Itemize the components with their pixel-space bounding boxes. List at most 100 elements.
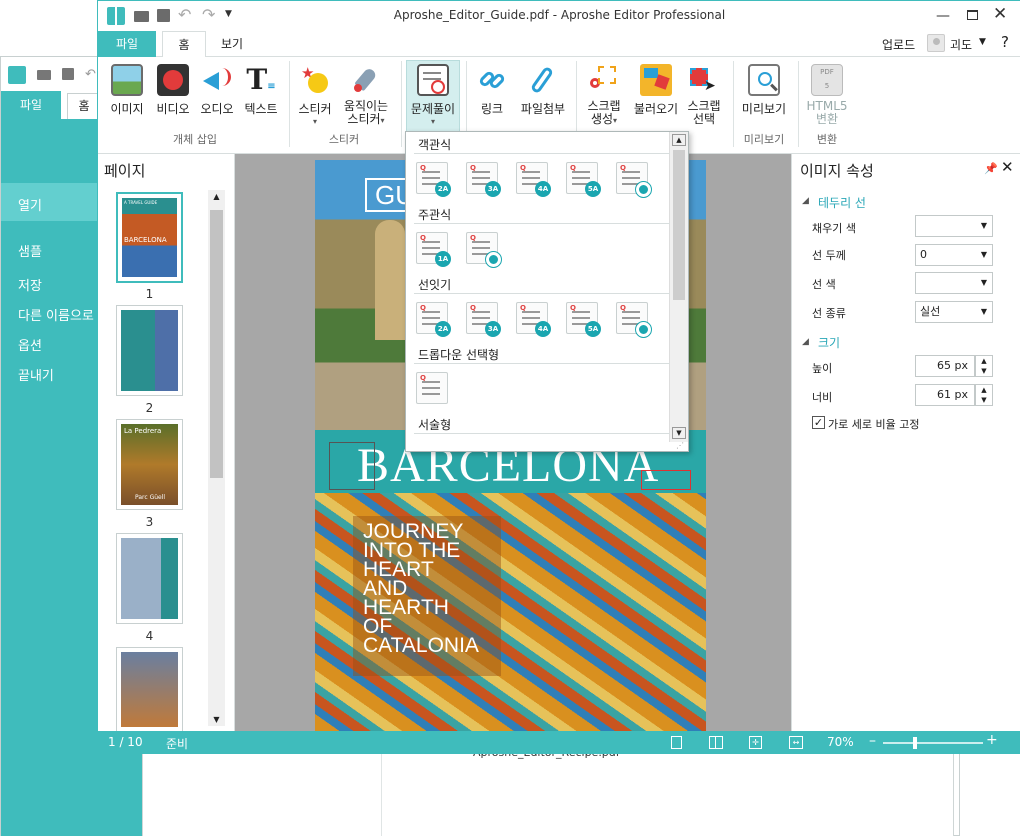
- upload-link[interactable]: 업로드: [882, 36, 915, 53]
- attach-file-button[interactable]: 파일첨부: [516, 61, 570, 135]
- back-tab-home[interactable]: 홈: [67, 93, 101, 119]
- height-input[interactable]: 65 px: [915, 355, 975, 377]
- quiz-mc-custom-icon[interactable]: Q: [616, 162, 652, 198]
- lock-ratio-label[interactable]: 가로 세로 비율 고정: [828, 416, 919, 432]
- back-menu-save[interactable]: 저장: [18, 275, 42, 294]
- back-menu-save-as[interactable]: 다른 이름으로: [18, 305, 94, 324]
- pages-scrollbar-thumb[interactable]: [210, 210, 223, 478]
- back-menu-open[interactable]: 열기: [18, 195, 42, 214]
- back-menu-sample[interactable]: 샘플: [18, 241, 42, 260]
- fill-color-dropdown[interactable]: ▼: [915, 215, 993, 237]
- page-thumbnail-1[interactable]: A TRAVEL GUIDE BARCELONA: [116, 192, 183, 283]
- zoom-in-button[interactable]: +: [986, 732, 998, 748]
- quiz-sa-custom-icon[interactable]: Q: [466, 232, 502, 268]
- user-name[interactable]: 괴도: [950, 36, 972, 53]
- tab-file[interactable]: 파일: [98, 31, 156, 57]
- size-section-title[interactable]: 크기: [818, 334, 840, 351]
- fit-width-icon[interactable]: ↔: [789, 736, 803, 749]
- zoom-slider-thumb[interactable]: [913, 737, 917, 749]
- pages-scrollbar[interactable]: ▲ ▼: [208, 190, 225, 726]
- section-divider: [414, 363, 670, 364]
- moving-sticker-button[interactable]: 움직이는 스티커▾: [338, 61, 394, 135]
- quiz-mc-option-icon[interactable]: Q 2A: [416, 162, 451, 197]
- sticker-button[interactable]: ★ 스티커 ▾: [294, 61, 336, 135]
- pin-icon[interactable]: 📌: [984, 162, 998, 175]
- quiz-clipboard-icon: [417, 64, 449, 96]
- dropdown-resize-grip-icon[interactable]: ⋰: [676, 441, 684, 450]
- insert-audio-button[interactable]: 오디오: [196, 61, 238, 135]
- fit-page-icon[interactable]: ✛: [749, 736, 762, 749]
- page-number: 1: [145, 287, 154, 301]
- quiz-mc-option-icon[interactable]: Q 5A: [566, 162, 601, 197]
- two-page-view-icon[interactable]: [709, 736, 723, 749]
- create-scrap-button[interactable]: 스크랩 생성▾: [580, 61, 628, 135]
- quiz-link-option-icon[interactable]: Q 5A: [566, 302, 601, 337]
- minimize-button[interactable]: —: [936, 8, 950, 24]
- window-title: Aproshe_Editor_Guide.pdf - Aproshe Edito…: [393, 8, 726, 22]
- quiz-sa-option-icon[interactable]: Q 1A: [416, 232, 451, 267]
- quiz-link-custom-icon[interactable]: Q: [616, 302, 652, 338]
- quiz-badge: 3A: [485, 181, 501, 197]
- back-save-icon[interactable]: [62, 68, 74, 80]
- close-panel-icon[interactable]: ✕: [1001, 158, 1014, 176]
- quiz-dropdown-icon[interactable]: Q: [416, 372, 448, 404]
- line-width-dropdown[interactable]: 0 ▼: [915, 244, 993, 266]
- back-folder-icon[interactable]: [37, 70, 51, 80]
- tab-view[interactable]: 보기: [210, 31, 254, 57]
- quiz-badge: 3A: [485, 321, 501, 337]
- status-text: 준비: [166, 737, 189, 751]
- width-stepper[interactable]: ▲ ▼: [975, 384, 993, 406]
- back-menu-exit[interactable]: 끝내기: [18, 365, 54, 384]
- lock-ratio-checkbox[interactable]: ✓: [812, 416, 825, 429]
- width-input[interactable]: 61 px: [915, 384, 975, 406]
- line-color-dropdown[interactable]: ▼: [915, 272, 993, 294]
- preview-button[interactable]: 미리보기: [736, 61, 792, 135]
- dropdown-scrollbar-thumb[interactable]: [673, 150, 685, 300]
- group-label-insert: 개체 삽입: [173, 133, 217, 146]
- insert-video-button[interactable]: 비디오: [152, 61, 194, 135]
- cover-tagline[interactable]: JOURNEY INTO THE HEART AND HEARTH OF CAT…: [363, 521, 479, 656]
- quiz-mc-option-icon[interactable]: Q 4A: [516, 162, 551, 197]
- border-section-title[interactable]: 테두리 선: [818, 194, 866, 211]
- page-thumbnail-5[interactable]: [116, 647, 183, 731]
- back-undo-icon[interactable]: ↶: [85, 67, 96, 82]
- size-section-chevron-icon[interactable]: ◢: [802, 337, 809, 347]
- dropdown-scrollbar[interactable]: ▲ ▼: [669, 132, 688, 442]
- insert-text-button[interactable]: T≡ 텍스트: [240, 61, 282, 135]
- maximize-button[interactable]: [967, 10, 978, 20]
- back-tab-file[interactable]: 파일: [1, 91, 61, 119]
- help-icon[interactable]: ?: [1001, 33, 1009, 51]
- page-thumbnail-3[interactable]: La Pedrera Parc Güell: [116, 419, 183, 510]
- page-thumbnail-2[interactable]: [116, 305, 183, 396]
- line-type-dropdown[interactable]: 실선 ▼: [915, 301, 993, 323]
- select-scrap-button[interactable]: ➤ 스크랩 선택: [682, 61, 726, 135]
- insert-audio-label: 오디오: [200, 102, 234, 116]
- user-menu-chevron-icon[interactable]: ▼: [979, 37, 986, 47]
- selection-handle-box[interactable]: [329, 442, 375, 490]
- border-section-chevron-icon[interactable]: ◢: [802, 196, 809, 206]
- quiz-link-option-icon[interactable]: Q 2A: [416, 302, 451, 337]
- insert-image-button[interactable]: 이미지: [106, 61, 148, 135]
- link-button[interactable]: 링크: [470, 61, 514, 135]
- back-menu-options[interactable]: 옵션: [18, 335, 42, 354]
- quiz-link-option-icon[interactable]: Q 3A: [466, 302, 501, 337]
- quiz-mc-option-icon[interactable]: Q 3A: [466, 162, 501, 197]
- load-button[interactable]: 불러오기: [630, 61, 682, 135]
- single-page-view-icon[interactable]: [671, 736, 682, 749]
- page-thumbnail-4[interactable]: [116, 533, 183, 624]
- group-label-sticker: 스티커: [328, 133, 360, 146]
- zoom-slider[interactable]: [883, 737, 983, 749]
- zoom-out-button[interactable]: –: [869, 733, 876, 749]
- height-stepper[interactable]: ▲ ▼: [975, 355, 993, 377]
- close-button[interactable]: ✕: [993, 4, 1007, 24]
- tab-home[interactable]: 홈: [162, 31, 206, 58]
- back-quick-toolbar: ↶: [1, 57, 99, 91]
- html5-convert-button[interactable]: PDF 5 HTML5 변환: [801, 61, 853, 135]
- scroll-down-button[interactable]: ▼: [672, 427, 686, 439]
- load-label: 불러오기: [633, 102, 679, 116]
- ribbon-tab-bar: 파일 홈 보기 업로드 괴도 ▼ ?: [98, 31, 1020, 58]
- quiz-link-option-icon[interactable]: Q 4A: [516, 302, 551, 337]
- scroll-up-button[interactable]: ▲: [672, 134, 686, 146]
- selection-marker[interactable]: [641, 470, 691, 490]
- quiz-button[interactable]: 문제풀이 ▾: [406, 60, 460, 136]
